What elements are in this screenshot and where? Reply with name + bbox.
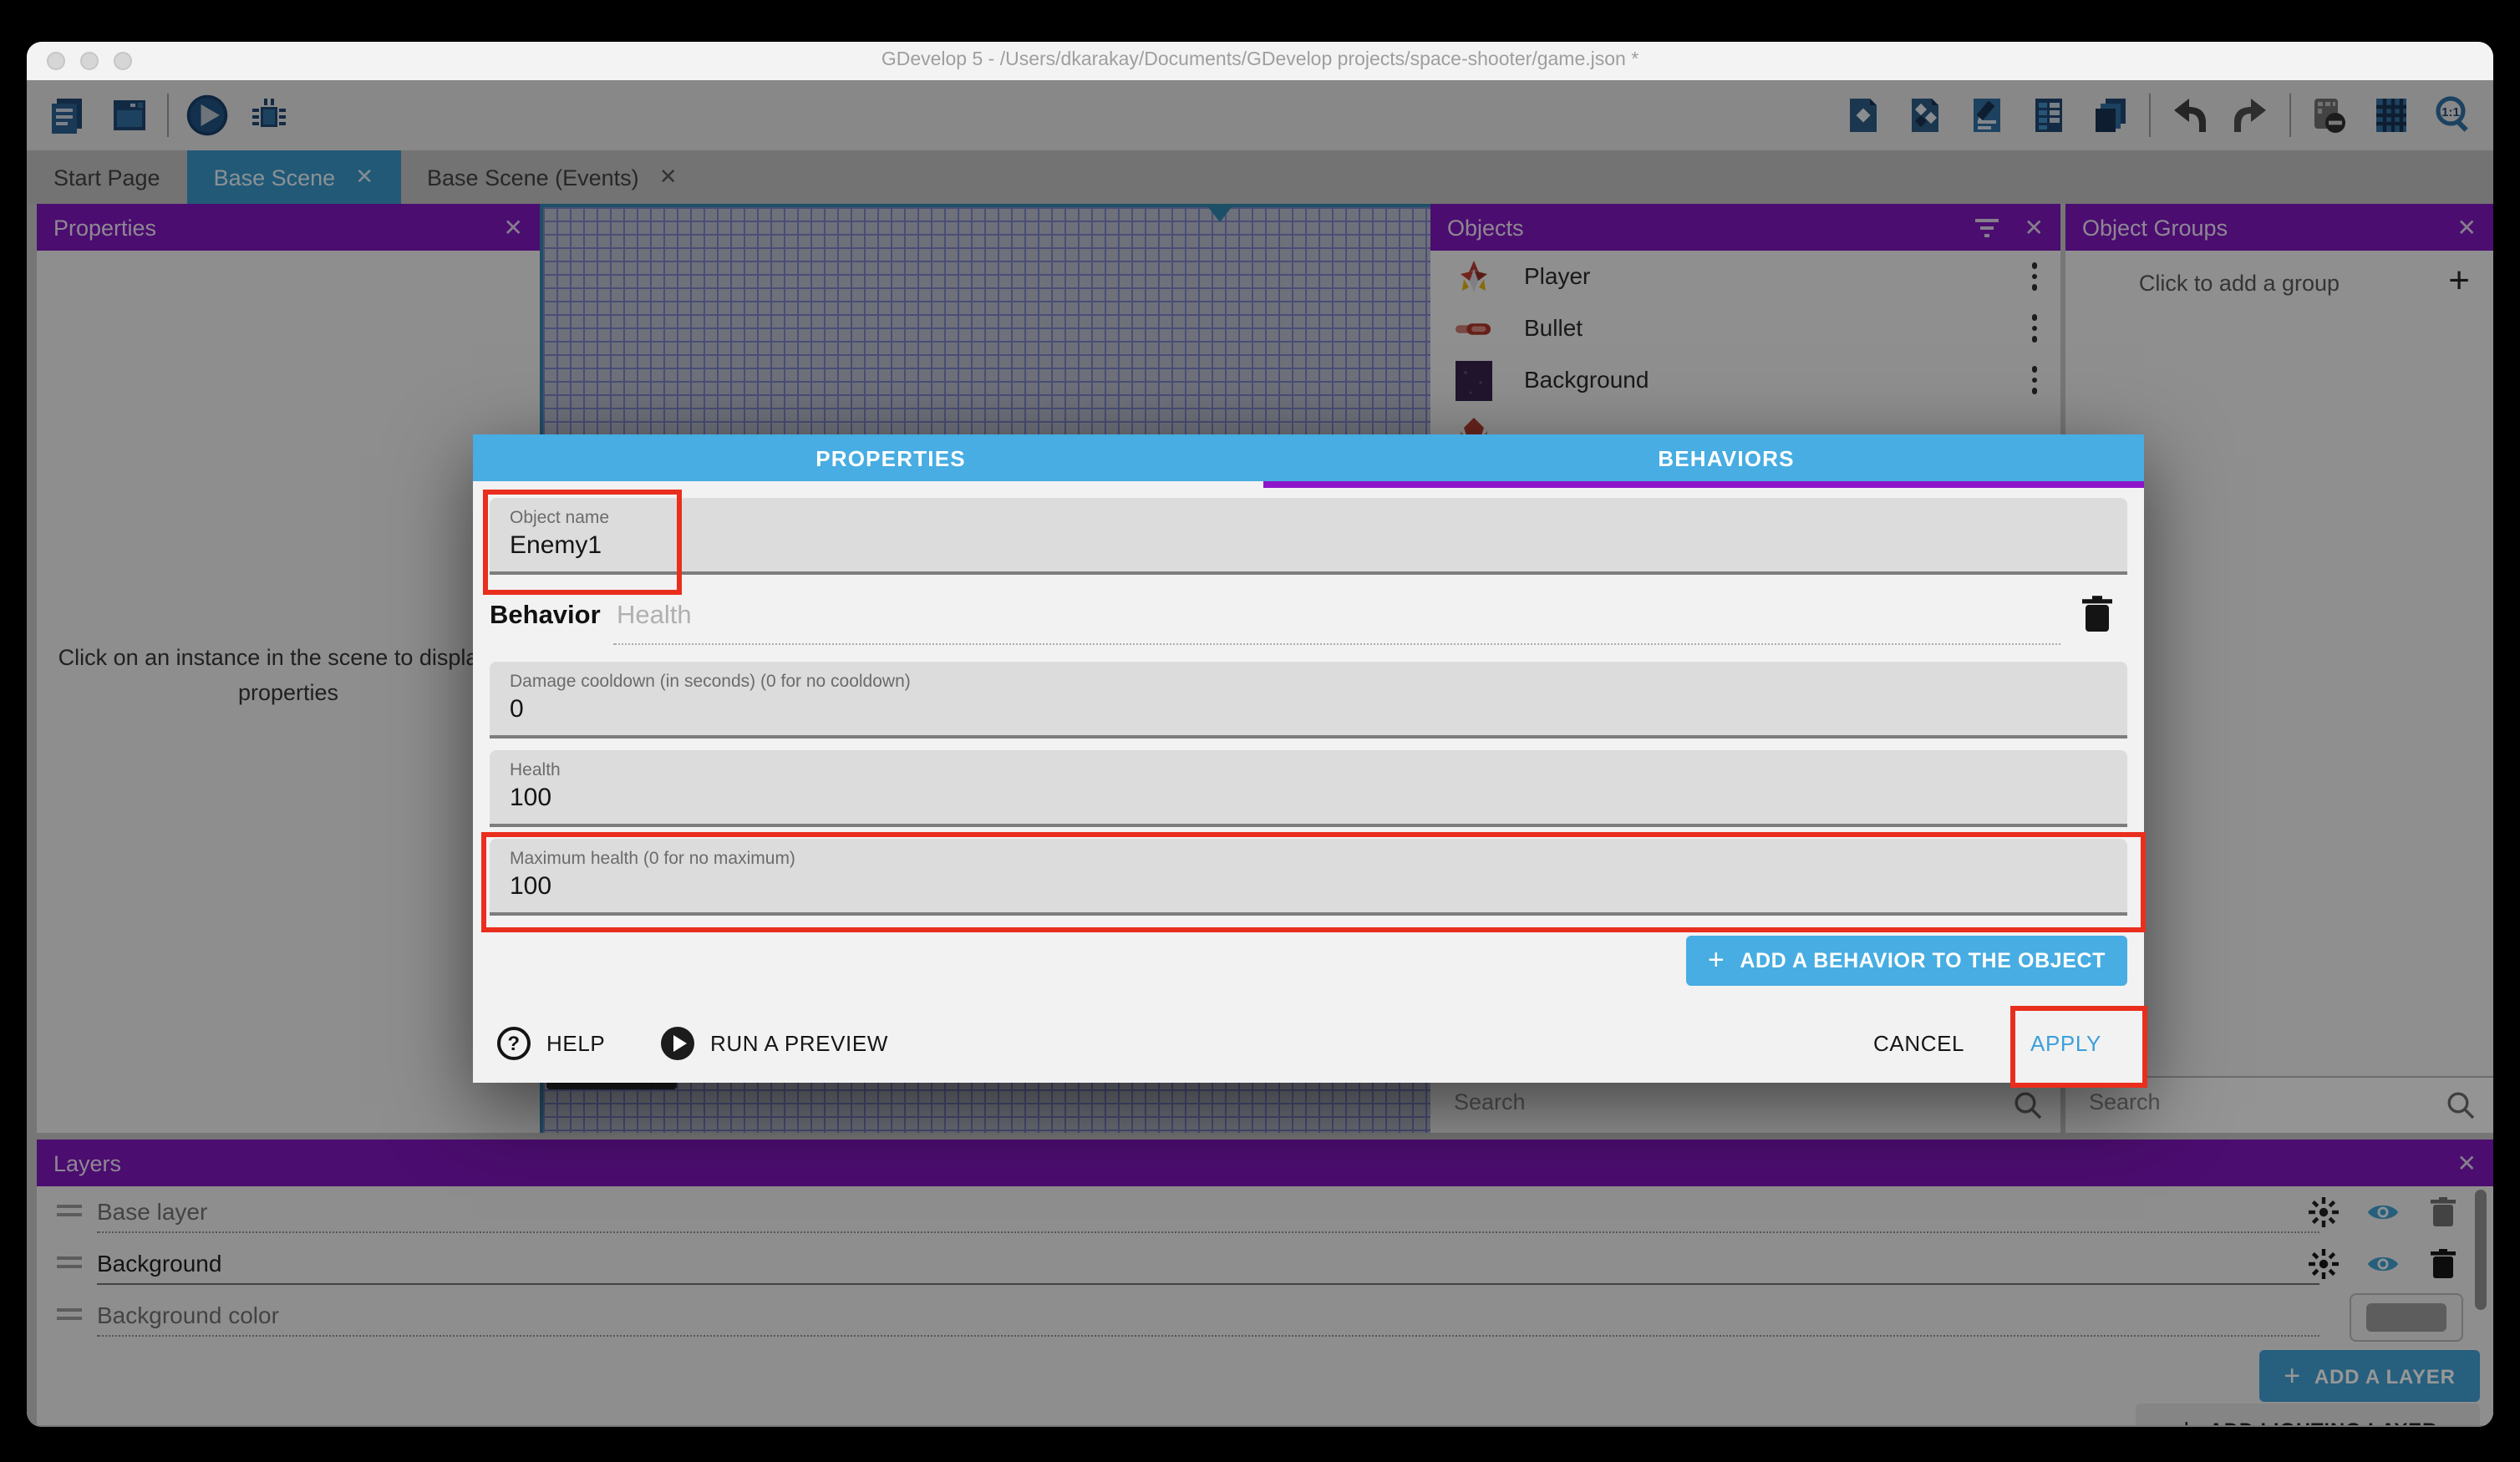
damage-cooldown-field[interactable]: Damage cooldown (in seconds) (0 for no c… xyxy=(490,662,2127,739)
annotation-box-max-health xyxy=(481,832,2146,932)
dialog-tab-properties[interactable]: PROPERTIES xyxy=(473,434,1308,481)
active-tab-indicator xyxy=(1263,481,2144,488)
object-editor-dialog: PROPERTIES BEHAVIORS Object name Enemy1 … xyxy=(473,434,2144,1083)
play-icon xyxy=(660,1026,695,1061)
dialog-tab-behaviors[interactable]: BEHAVIORS xyxy=(1308,434,2144,481)
window-title: GDevelop 5 - /Users/dkarakay/Documents/G… xyxy=(27,50,2493,70)
run-preview-label: RUN A PREVIEW xyxy=(710,1031,888,1056)
cancel-button[interactable]: CANCEL xyxy=(1873,1031,1964,1056)
help-icon: ? xyxy=(496,1026,531,1061)
behavior-name-field[interactable]: Health xyxy=(617,602,692,632)
help-label: HELP xyxy=(546,1031,605,1056)
cancel-label: CANCEL xyxy=(1873,1031,1964,1056)
annotation-box-apply xyxy=(2010,1006,2147,1088)
plus-icon: + xyxy=(1708,944,1725,977)
add-behavior-label: ADD A BEHAVIOR TO THE OBJECT xyxy=(1740,949,2106,972)
behavior-label: Behavior xyxy=(490,602,601,632)
field-value: 0 xyxy=(510,695,524,723)
health-field[interactable]: Health 100 xyxy=(490,750,2127,827)
screen: GDevelop 5 - /Users/dkarakay/Documents/G… xyxy=(0,0,2520,1462)
field-label: Damage cooldown (in seconds) (0 for no c… xyxy=(510,672,911,692)
help-button[interactable]: ? HELP xyxy=(496,1026,605,1061)
field-label: Health xyxy=(510,760,561,780)
dialog-footer: ? HELP RUN A PREVIEW CANCEL APPLY xyxy=(473,1003,2144,1083)
dialog-tab-label: BEHAVIORS xyxy=(1658,445,1794,470)
svg-text:?: ? xyxy=(507,1033,520,1055)
dialog-tabbar: PROPERTIES BEHAVIORS xyxy=(473,434,2144,481)
behavior-header-row: Behavior Health xyxy=(490,591,2127,652)
delete-behavior-trash-icon[interactable] xyxy=(2081,595,2117,635)
dialog-tab-label: PROPERTIES xyxy=(815,445,966,470)
annotation-box-object-name xyxy=(483,490,682,595)
run-preview-button[interactable]: RUN A PREVIEW xyxy=(660,1026,888,1061)
object-name-field[interactable]: Object name Enemy1 xyxy=(490,498,2127,575)
add-behavior-button[interactable]: + ADD A BEHAVIOR TO THE OBJECT xyxy=(1686,936,2127,986)
field-value: 100 xyxy=(510,784,551,812)
titlebar: GDevelop 5 - /Users/dkarakay/Documents/G… xyxy=(27,42,2493,80)
